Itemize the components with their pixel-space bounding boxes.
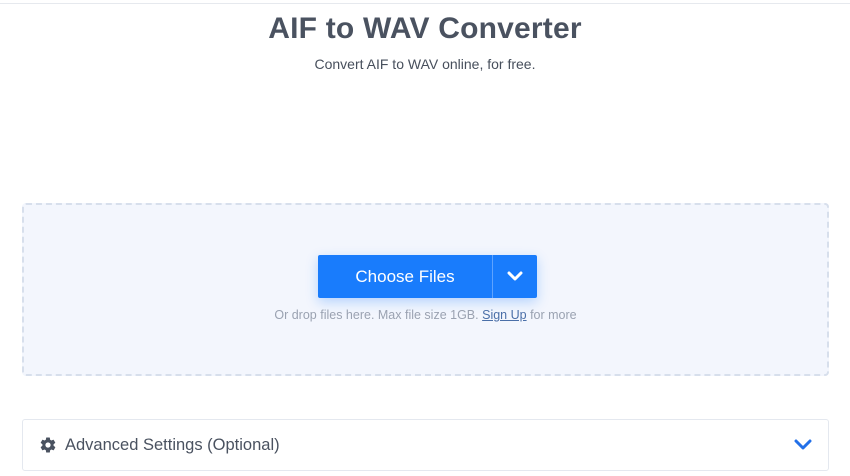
advanced-settings-toggle[interactable]: Advanced Settings (Optional)	[22, 419, 829, 471]
file-dropzone[interactable]: Choose Files Or drop files here. Max fil…	[22, 203, 829, 376]
sign-up-link[interactable]: Sign Up	[482, 308, 526, 322]
gear-icon	[39, 436, 57, 454]
upload-source-dropdown-button[interactable]	[493, 255, 537, 298]
chevron-down-icon	[794, 436, 812, 454]
page: AIF to WAV Converter Convert AIF to WAV …	[0, 0, 850, 476]
drop-hint-text: Or drop files here. Max file size 1GB.	[274, 308, 479, 322]
page-subtitle: Convert AIF to WAV online, for free.	[314, 56, 536, 72]
chevron-down-icon	[507, 268, 523, 286]
page-title: AIF to WAV Converter	[268, 12, 582, 45]
advanced-settings-label: Advanced Settings (Optional)	[65, 435, 280, 454]
top-divider	[0, 0, 850, 4]
choose-files-group: Choose Files	[318, 255, 537, 298]
drop-hint-suffix: for more	[530, 308, 577, 322]
choose-files-button[interactable]: Choose Files	[318, 255, 492, 298]
drop-hint: Or drop files here. Max file size 1GB. S…	[24, 308, 827, 322]
